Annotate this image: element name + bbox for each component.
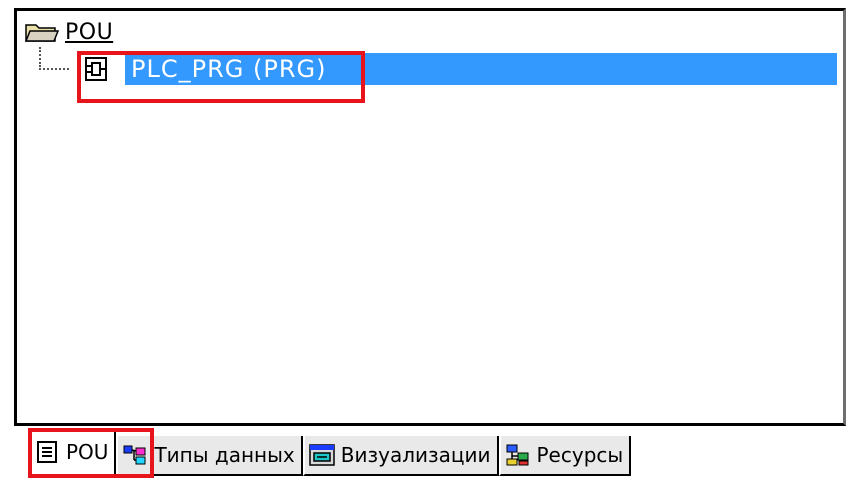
tree-connector-horizontal bbox=[39, 68, 69, 70]
tab-data-types-label: Типы данных bbox=[154, 443, 295, 467]
visualization-icon bbox=[309, 444, 335, 466]
tab-visualizations[interactable]: Визуализации bbox=[302, 436, 499, 476]
pou-tree-view[interactable]: POU PLC_PRG (PRG) bbox=[14, 8, 846, 426]
tab-visualizations-label: Визуализации bbox=[340, 443, 491, 467]
annotation-highlight-box-tab bbox=[28, 428, 154, 478]
tab-resources-label: Ресурсы bbox=[536, 443, 624, 467]
tree-root-pou[interactable]: POU bbox=[25, 15, 113, 49]
tree-root-label: POU bbox=[65, 19, 114, 45]
resources-icon bbox=[506, 444, 528, 466]
open-folder-icon bbox=[25, 24, 59, 42]
tab-resources[interactable]: Ресурсы bbox=[498, 436, 632, 476]
object-organizer: POU PLC_PRG (PRG) POU Типы данных Визуал… bbox=[0, 0, 860, 478]
tree-connector-vertical bbox=[39, 47, 41, 67]
annotation-highlight-box bbox=[77, 51, 365, 103]
